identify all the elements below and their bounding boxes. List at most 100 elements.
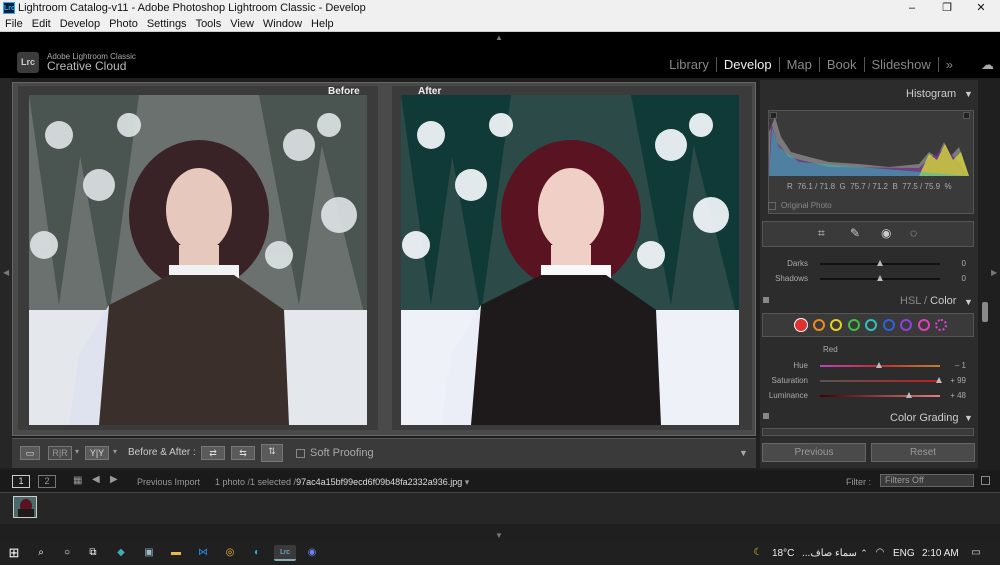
luminance-slider[interactable]: Luminance + 48 — [762, 390, 974, 402]
scroll-thumb[interactable] — [982, 302, 988, 322]
hue-value[interactable]: – 1 — [955, 361, 966, 370]
saturation-slider[interactable]: Saturation + 99 — [762, 375, 974, 387]
luminance-value[interactable]: + 48 — [950, 391, 966, 400]
right-panel-scrollbar[interactable] — [980, 80, 990, 468]
menu-file[interactable]: File — [5, 16, 23, 31]
color-swatch-4[interactable] — [865, 319, 877, 331]
collapse-right-panel-icon[interactable]: ▶ — [991, 268, 997, 277]
hue-knob[interactable] — [875, 362, 882, 368]
show-hidden-icons-icon[interactable]: ⌃ — [856, 545, 872, 561]
hsl-title[interactable]: HSL — [900, 295, 921, 307]
close-button[interactable]: ✕ — [966, 0, 996, 16]
app2-icon[interactable]: ▣ — [141, 545, 157, 561]
color-grading-toggle-switch[interactable] — [763, 413, 769, 419]
after-photo[interactable] — [401, 95, 739, 425]
color-swatch-6[interactable] — [900, 319, 912, 331]
before-after-dropdown-icon[interactable]: ▾ — [113, 447, 117, 456]
shadows-value[interactable]: 0 — [962, 274, 966, 283]
color-swatch-7[interactable] — [917, 319, 930, 331]
windows-start-icon[interactable]: ⊞ — [6, 545, 22, 561]
hsl-collapse-icon[interactable]: ▼ — [964, 297, 973, 307]
chrome-icon[interactable]: ◎ — [222, 545, 238, 561]
color-swatch-0[interactable] — [795, 319, 807, 331]
crop-tool-icon[interactable]: ⌗ — [818, 226, 825, 241]
color-swatch-3[interactable] — [847, 319, 860, 331]
app1-icon[interactable]: ◆ — [113, 545, 129, 561]
search-icon[interactable]: ⌕ — [33, 545, 49, 561]
module-library[interactable]: Library — [662, 57, 716, 72]
filmstrip-thumbnail[interactable] — [13, 496, 37, 518]
darks-value[interactable]: 0 — [962, 259, 966, 268]
color-grading-title[interactable]: Color Grading — [890, 412, 958, 424]
copy-after-to-before-button[interactable]: ⇆ — [231, 446, 255, 460]
weather-temp[interactable]: 18°C — [772, 548, 794, 559]
before-photo[interactable] — [29, 95, 367, 425]
color-swatch-5[interactable] — [882, 319, 895, 331]
module-book[interactable]: Book — [818, 57, 864, 72]
compare-view-button[interactable]: R|R — [48, 446, 72, 460]
grid-view-icon[interactable]: ▦ — [73, 475, 82, 486]
minimize-button[interactable]: – — [897, 0, 927, 16]
menu-window[interactable]: Window — [263, 16, 302, 31]
menu-settings[interactable]: Settings — [147, 16, 187, 31]
shadows-knob[interactable] — [877, 275, 883, 281]
red-eye-tool-icon[interactable]: ◉ — [881, 226, 891, 240]
module-develop[interactable]: Develop — [715, 57, 779, 72]
saturation-value[interactable]: + 99 — [950, 376, 966, 385]
discord-icon[interactable]: ◉ — [304, 545, 320, 561]
color-title[interactable]: Color — [930, 295, 956, 307]
before-after-view-button[interactable]: Y|Y — [85, 446, 109, 460]
masking-tool-icon[interactable]: ◌ — [910, 226, 917, 240]
luminance-knob[interactable] — [905, 392, 912, 398]
source-label[interactable]: Previous Import — [137, 477, 200, 487]
saturation-track[interactable] — [820, 380, 940, 382]
healing-tool-icon[interactable]: ✎ — [850, 226, 860, 240]
darks-slider[interactable]: Darks 0 — [762, 258, 974, 270]
hue-slider[interactable]: Hue – 1 — [762, 360, 974, 372]
file-explorer-icon[interactable]: ▬ — [168, 545, 184, 561]
wifi-icon[interactable]: ◠ — [872, 545, 888, 561]
filter-dropdown[interactable]: Filters Off — [880, 474, 974, 487]
color-swatch-1[interactable] — [812, 319, 825, 331]
menu-view[interactable]: View — [230, 16, 254, 31]
notifications-icon[interactable]: ▭ — [968, 545, 984, 561]
previous-button[interactable]: Previous — [762, 443, 866, 462]
vscode-icon[interactable]: ⋈ — [195, 545, 211, 561]
color-grading-collapse-icon[interactable]: ▼ — [964, 413, 973, 423]
main-monitor-button[interactable]: 1 — [12, 475, 30, 488]
task-view-icon[interactable]: ⧉ — [85, 545, 101, 561]
menu-photo[interactable]: Photo — [109, 16, 138, 31]
shadows-slider[interactable]: Shadows 0 — [762, 273, 974, 285]
histogram-collapse-icon[interactable]: ▼ — [964, 89, 973, 99]
loupe-view-button[interactable]: ▭ — [20, 446, 40, 460]
expand-left-panel-icon[interactable]: ◀ — [3, 268, 9, 277]
swap-settings-button[interactable]: ⇅ — [261, 444, 283, 462]
lightroom-taskbar-icon[interactable]: Lrc — [274, 545, 296, 561]
filter-lock-icon[interactable] — [981, 476, 990, 485]
cloud-sync-icon[interactable]: ☁ — [981, 57, 997, 72]
soft-proofing-checkbox[interactable] — [296, 449, 305, 458]
collapse-top-panel-icon[interactable]: ▲ — [495, 33, 503, 42]
copy-before-to-after-button[interactable]: ⇄ — [201, 446, 225, 460]
saturation-knob[interactable] — [935, 377, 942, 383]
language-indicator[interactable]: ENG — [893, 548, 915, 559]
edge-icon[interactable]: ◐ — [249, 545, 265, 561]
reset-button[interactable]: Reset — [871, 443, 975, 462]
forward-arrow-icon[interactable]: ▶ — [110, 474, 118, 485]
histogram-title[interactable]: Histogram — [906, 88, 956, 100]
darks-knob[interactable] — [877, 260, 883, 266]
collapse-filmstrip-icon[interactable]: ▼ — [495, 531, 503, 540]
color-swatch-8[interactable] — [935, 319, 947, 331]
module-map[interactable]: Map — [778, 57, 819, 72]
toolbar-menu-icon[interactable]: ▼ — [739, 448, 748, 458]
original-photo-checkbox[interactable] — [768, 202, 776, 210]
menu-edit[interactable]: Edit — [32, 16, 51, 31]
module-slideshow[interactable]: Slideshow — [863, 57, 938, 72]
luminance-track[interactable] — [820, 395, 940, 397]
maximize-button[interactable]: ❐ — [932, 0, 962, 16]
hsl-toggle-switch[interactable] — [763, 297, 769, 303]
clock[interactable]: 2:10 AM — [922, 548, 959, 559]
weather-text[interactable]: سماء صاف... — [802, 548, 857, 559]
color-swatch-2[interactable] — [830, 319, 842, 331]
menu-tools[interactable]: Tools — [196, 16, 222, 31]
